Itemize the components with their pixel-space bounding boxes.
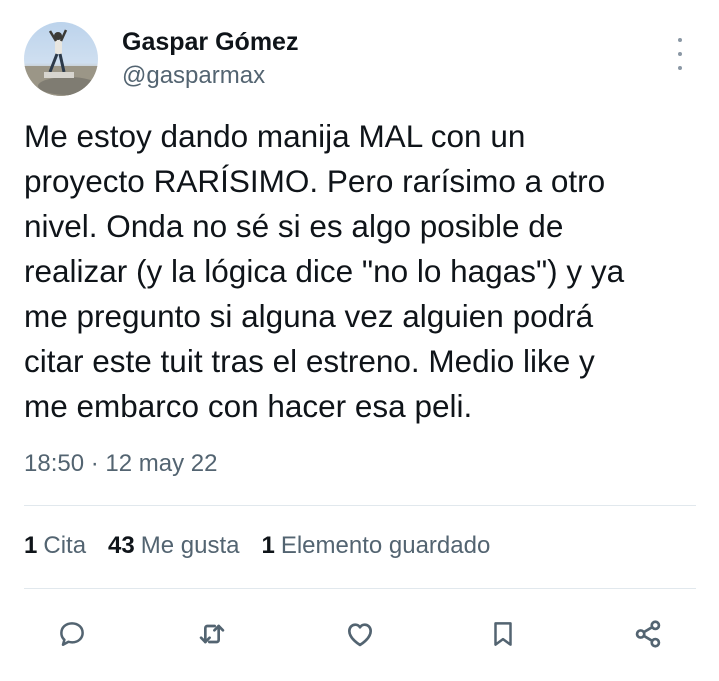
quotes-stat[interactable]: 1 Cita [24,532,86,560]
share-button[interactable] [628,614,668,654]
tweet-line: proyecto RARÍSIMO. Pero rarísimo a otro [24,163,606,199]
tweet-line: me pregunto si alguna vez alguien podrá [24,298,594,334]
share-icon [635,620,661,648]
action-bar [0,614,719,654]
like-icon [348,623,372,647]
tweet-stats: 1 Cita 43 Me gusta 1 Elemento guardado [24,532,512,560]
retweet-icon [199,624,225,644]
reply-button[interactable] [52,614,92,654]
tweet-line: realizar (y la lógica dice "no lo hagas"… [24,253,625,289]
likes-stat[interactable]: 43 Me gusta [108,532,239,560]
tweet-line: nivel. Onda no sé si es algo posible de [24,208,564,244]
like-button[interactable] [340,614,380,654]
bookmark-icon [494,622,512,646]
tweet-line: Me estoy dando manija MAL con un [24,118,526,154]
reply-icon [60,622,84,646]
tweet-line: me embarco con hacer esa peli. [24,388,473,424]
retweet-button[interactable] [192,614,232,654]
tweet-text: Me estoy dando manija MAL con un proyect… [24,114,704,429]
tweet-timestamp[interactable]: 18:50 · 12 may 22 [24,450,217,478]
more-options-icon[interactable] [668,38,692,70]
bookmarks-stat[interactable]: 1 Elemento guardado [261,532,490,560]
divider [24,505,696,506]
author-name[interactable]: Gaspar Gómez [122,28,298,57]
bookmark-button[interactable] [483,614,523,654]
author-handle[interactable]: @gasparmax [122,62,265,90]
divider [24,588,696,589]
avatar[interactable] [24,22,98,96]
tweet-line: citar este tuit tras el estreno. Medio l… [24,343,595,379]
